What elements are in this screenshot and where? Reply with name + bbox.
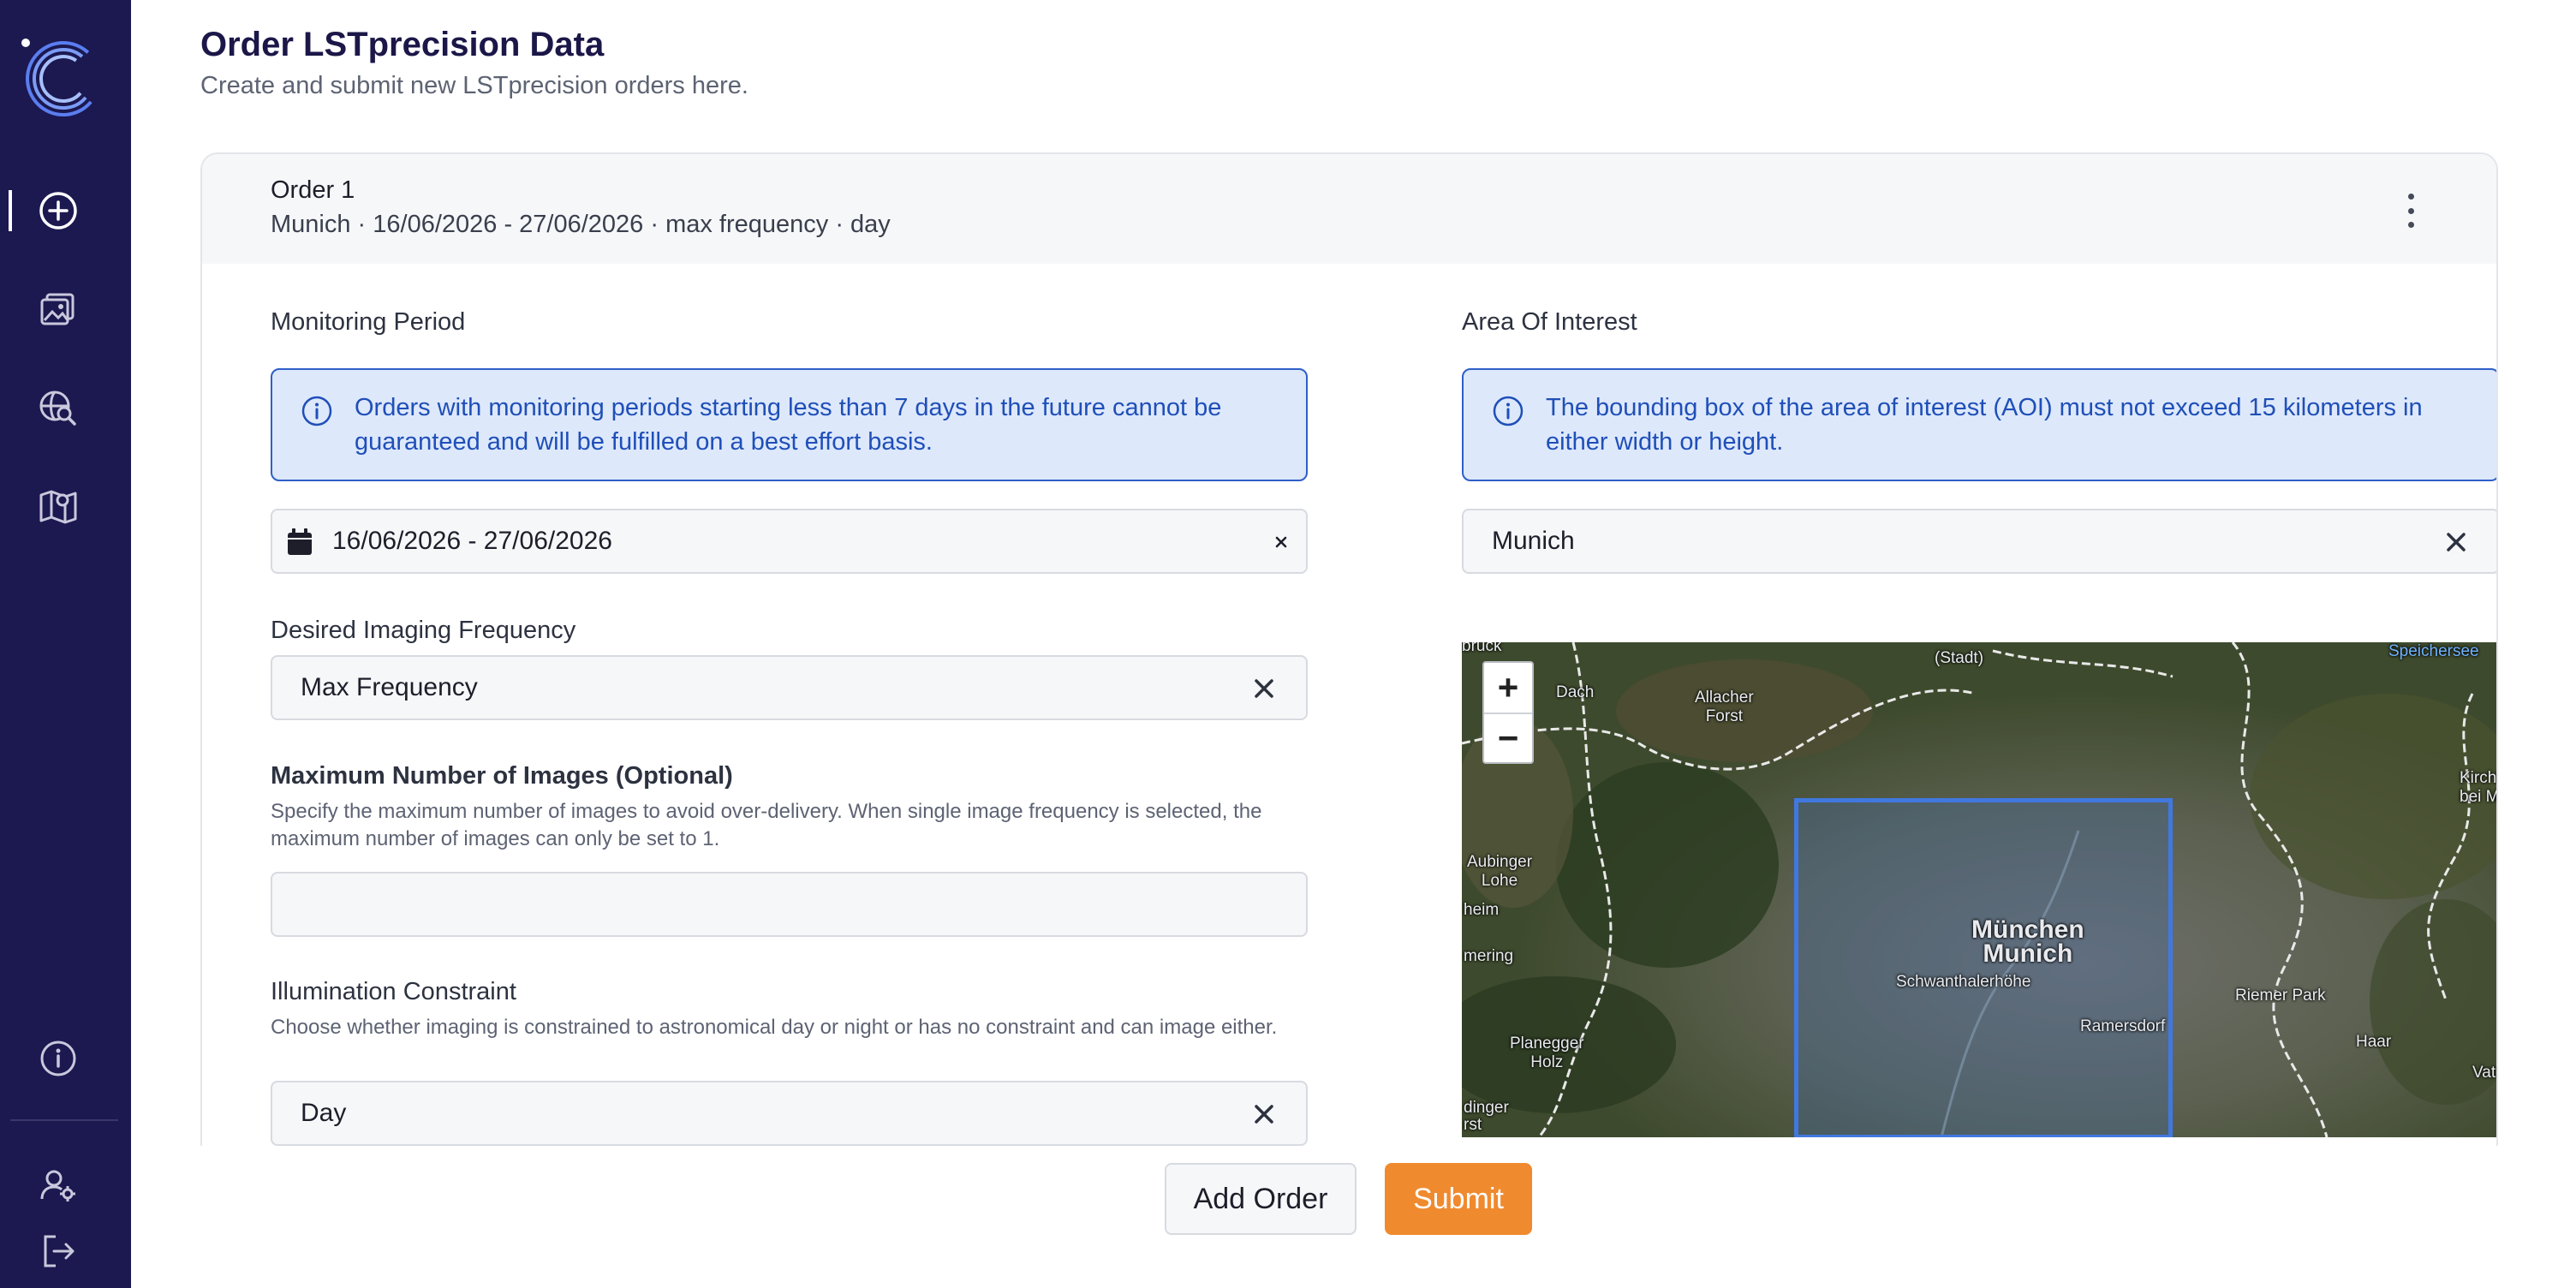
order-menu-icon[interactable]	[2402, 194, 2419, 228]
max-images-input[interactable]	[271, 872, 1308, 937]
user-settings-icon[interactable]	[33, 1160, 84, 1212]
illumination-label: Illumination Constraint	[271, 978, 516, 1005]
map-label-aubinger-lohe: Aubinger Lohe	[1467, 853, 1533, 890]
aoi-info: The bounding box of the area of interest…	[1462, 368, 2496, 481]
zoom-in-button[interactable]: +	[1484, 663, 1532, 713]
info-circle-icon	[1493, 396, 1524, 426]
map-label-allacher-forst: Allacher Forst	[1695, 689, 1754, 725]
clear-aoi-icon[interactable]	[2443, 529, 2469, 555]
order-summary: Munich · 16/06/2026 - 27/06/2026 · max f…	[271, 211, 891, 238]
map-label-haar: Haar	[2356, 1033, 2392, 1051]
frequency-select[interactable]: Max Frequency	[271, 655, 1308, 720]
zoom-out-button[interactable]: −	[1484, 713, 1532, 762]
max-images-help: Specify the maximum number of images to …	[271, 800, 1262, 850]
aoi-info-text: The bounding box of the area of interest…	[1546, 394, 2423, 456]
monitoring-period-value: 16/06/2026 - 27/06/2026	[332, 527, 612, 555]
max-images-label: Maximum Number of Images (Optional)	[271, 762, 733, 790]
add-order-button[interactable]: Add Order	[1165, 1163, 1357, 1235]
map-label-planegger-holz: Planegger Holz	[1510, 1035, 1584, 1071]
frequency-value: Max Frequency	[301, 673, 478, 701]
map-label-mering: mering	[1464, 947, 1514, 965]
clear-date-icon[interactable]	[1275, 536, 1287, 548]
map-label-speichersee: Speichersee	[2388, 642, 2479, 660]
illumination-value: Day	[301, 1099, 347, 1127]
page-title: Order LSTprecision Data	[200, 26, 605, 63]
zoom-control: + −	[1482, 661, 1534, 764]
map-label-dach: Dach	[1556, 683, 1595, 701]
submit-button[interactable]: Submit	[1385, 1163, 1532, 1235]
map-label-schwanthalerhoehe: Schwanthalerhöhe	[1896, 973, 2031, 991]
sidebar	[0, 0, 131, 1288]
page-subtitle: Create and submit new LSTprecision order…	[200, 72, 748, 99]
order-card: Order 1 Munich · 16/06/2026 - 27/06/2026…	[200, 152, 2498, 1146]
info-circle-icon	[301, 396, 332, 426]
map-pin-icon[interactable]	[33, 480, 84, 532]
aoi-bounding-box[interactable]	[1794, 798, 2173, 1137]
images-icon[interactable]	[33, 283, 84, 335]
monitoring-period-info: Orders with monitoring periods starting …	[271, 368, 1308, 481]
map-label-ramersdorf: Ramersdorf	[2080, 1017, 2166, 1035]
map-label-vat: Vat	[2472, 1064, 2496, 1082]
clear-frequency-icon[interactable]	[1251, 676, 1277, 701]
map-label-riemer-park: Riemer Park	[2235, 987, 2326, 1005]
logout-icon[interactable]	[33, 1225, 84, 1277]
active-nav-indicator	[9, 190, 12, 231]
aoi-map[interactable]: + − München Munich Schwanthalerhöhe Rame…	[1462, 642, 2498, 1137]
search-globe-icon[interactable]	[33, 382, 84, 433]
map-label-city-en: Munich	[1983, 939, 2073, 968]
main-content: Order LSTprecision Data Create and submi…	[131, 0, 2576, 1288]
map-label-bruck: bruck	[1462, 642, 1502, 655]
map-label-heim: heim	[1464, 901, 1500, 919]
app-logo-icon[interactable]	[19, 34, 104, 120]
map-label-dinger: dinger rst	[1464, 1099, 1509, 1134]
aoi-label: Area Of Interest	[1462, 308, 1637, 336]
illumination-select[interactable]: Day	[271, 1081, 1308, 1146]
map-label-city: München Munich	[1971, 915, 2084, 968]
monitoring-period-label: Monitoring Period	[271, 308, 466, 336]
aoi-select[interactable]: Munich	[1462, 509, 2496, 574]
monitoring-period-input[interactable]: 16/06/2026 - 27/06/2026	[271, 509, 1308, 574]
aoi-value: Munich	[1492, 527, 1575, 555]
frequency-label: Desired Imaging Frequency	[271, 617, 576, 644]
new-order-icon[interactable]	[33, 185, 84, 236]
order-card-header[interactable]: Order 1 Munich · 16/06/2026 - 27/06/2026…	[202, 154, 2496, 264]
map-label-kirchheim: Kirchh bei Mün	[2460, 769, 2498, 806]
order-title: Order 1	[271, 176, 355, 204]
calendar-icon	[288, 528, 312, 555]
monitoring-period-info-text: Orders with monitoring periods starting …	[355, 394, 1222, 456]
clear-illumination-icon[interactable]	[1251, 1101, 1277, 1127]
sidebar-divider	[10, 1119, 118, 1121]
map-label-stadt: (Stadt)	[1935, 649, 1984, 667]
map-label-city-de: München	[1971, 915, 2084, 944]
info-icon[interactable]	[33, 1033, 84, 1084]
illumination-help: Choose whether imaging is constrained to…	[271, 1016, 1278, 1039]
